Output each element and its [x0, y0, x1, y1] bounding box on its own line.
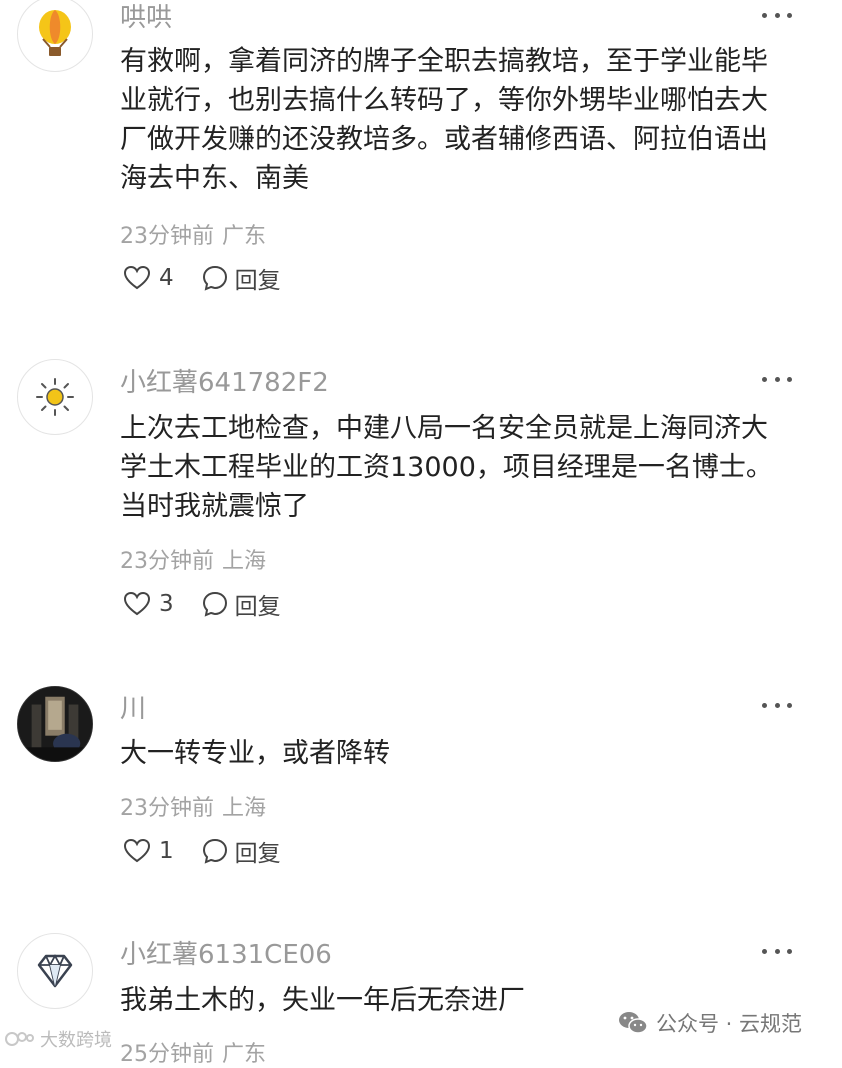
speech-bubble-icon — [202, 591, 227, 617]
comment-actions: 3 回复 — [123, 587, 281, 621]
speech-bubble-icon — [202, 838, 227, 864]
avatar[interactable] — [17, 0, 93, 72]
diamond-icon — [37, 954, 73, 988]
sun-icon — [36, 378, 74, 416]
comment-text: 有救啊，拿着同济的牌子全职去搞教培，至于学业能毕 业就行，也别去搞什么转码了，等… — [120, 46, 768, 194]
avatar[interactable] — [17, 359, 93, 435]
comment-meta: 23分钟前 上海 — [120, 790, 266, 822]
more-options-icon[interactable] — [762, 695, 792, 715]
logo-icon — [5, 1032, 34, 1046]
avatar[interactable] — [17, 933, 93, 1009]
username[interactable]: 川 — [120, 688, 146, 725]
timestamp: 23分钟前 — [120, 549, 214, 574]
watermark-right: 公众号 · 云规范 — [612, 1006, 809, 1040]
timestamp: 23分钟前 — [120, 224, 214, 249]
timestamp: 23分钟前 — [120, 796, 214, 821]
more-options-icon[interactable] — [762, 369, 792, 389]
comment-text: 上次去工地检查，中建八局一名安全员就是上海同济大 学土木工程毕业的工资13000… — [120, 413, 773, 522]
comment-text: 大一转专业，或者降转 — [120, 738, 390, 769]
location: 广东 — [222, 1042, 267, 1067]
username[interactable]: 小红薯6131CE06 — [120, 934, 332, 971]
location: 上海 — [222, 549, 267, 574]
reply-button[interactable]: 回复 — [202, 261, 281, 295]
like-count: 3 — [159, 591, 174, 617]
reply-button[interactable]: 回复 — [202, 587, 281, 621]
wechat-icon — [619, 1012, 648, 1034]
location: 广东 — [222, 224, 267, 249]
more-options-icon[interactable] — [762, 941, 792, 961]
like-button[interactable]: 1 — [123, 838, 174, 864]
username[interactable]: 小红薯641782F2 — [120, 362, 329, 399]
more-options-icon[interactable] — [762, 5, 792, 25]
like-button[interactable]: 4 — [123, 265, 174, 291]
reply-button[interactable]: 回复 — [202, 834, 281, 868]
username[interactable]: 哄哄 — [120, 0, 172, 34]
avatar[interactable] — [17, 686, 93, 762]
speech-bubble-icon — [202, 265, 227, 291]
comment-meta: 23分钟前 上海 — [120, 543, 266, 575]
location: 上海 — [222, 796, 267, 821]
watermark-left: 大数跨境 — [4, 1026, 112, 1052]
comment-meta: 25分钟前 广东 — [120, 1036, 266, 1068]
timestamp: 25分钟前 — [120, 1042, 214, 1067]
hot-air-balloon-icon — [39, 10, 71, 56]
like-count: 1 — [159, 838, 174, 864]
like-button[interactable]: 3 — [123, 591, 174, 617]
heart-icon — [123, 591, 151, 616]
heart-icon — [123, 838, 151, 863]
heart-icon — [123, 265, 151, 290]
comment-meta: 23分钟前 广东 — [120, 218, 266, 250]
photo-avatar — [18, 687, 92, 761]
comment-actions: 1 回复 — [123, 834, 281, 868]
comment-actions: 4 回复 — [123, 261, 281, 295]
like-count: 4 — [159, 265, 174, 291]
